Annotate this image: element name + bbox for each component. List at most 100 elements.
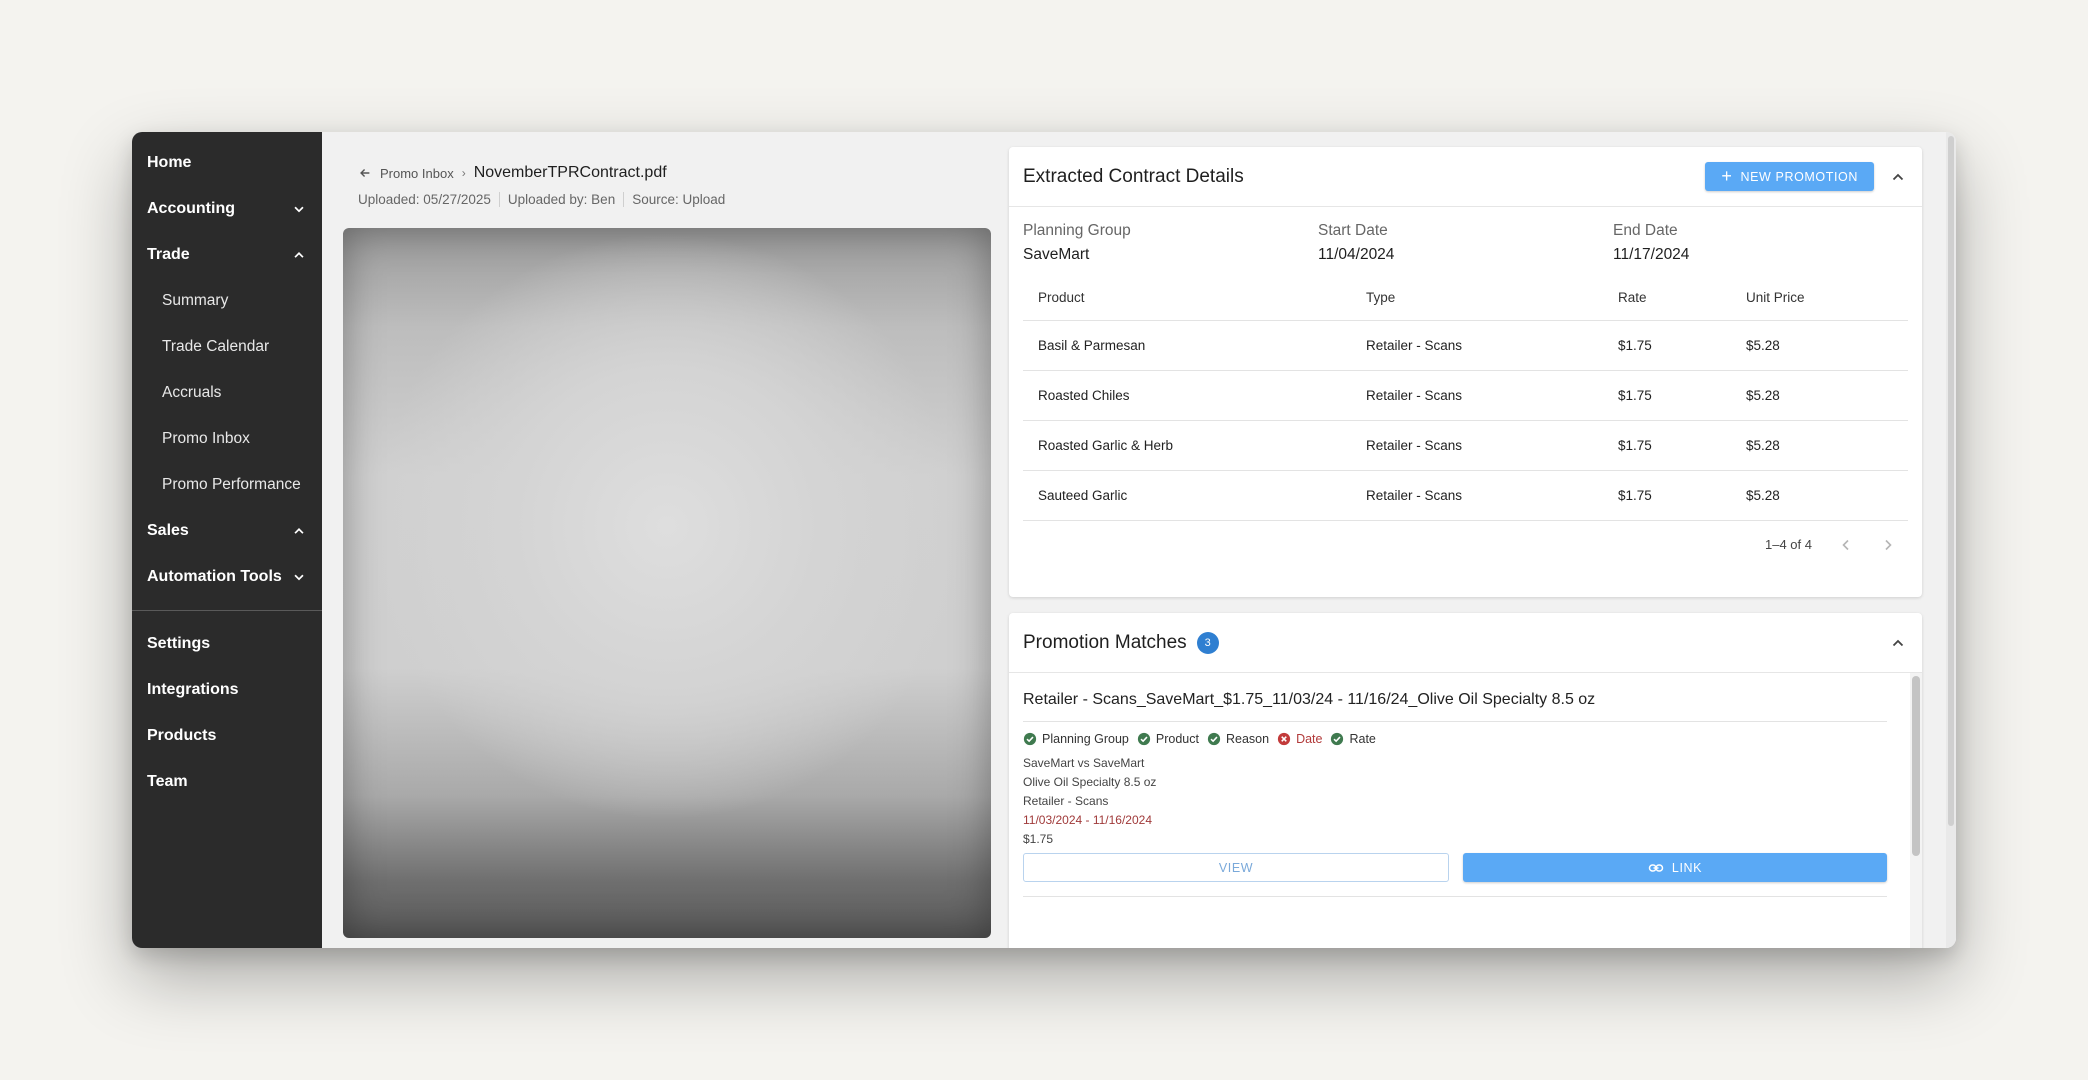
chevron-up-icon xyxy=(292,524,306,538)
column-header[interactable]: Product xyxy=(1023,276,1351,321)
sidebar-item-label: Accruals xyxy=(162,384,222,401)
criterion-product: Product xyxy=(1137,732,1199,746)
sidebar-item-label: Summary xyxy=(162,292,229,309)
table-row[interactable]: Sauteed Garlic Retailer - Scans $1.75 $5… xyxy=(1023,470,1908,521)
unit-price-cell: $5.28 xyxy=(1731,470,1908,521)
sidebar-item-automation-tools[interactable]: Automation Tools xyxy=(132,554,322,600)
sidebar-item-team[interactable]: Team xyxy=(132,759,322,805)
type-cell: Retailer - Scans xyxy=(1351,420,1603,471)
sidebar-item-label: Promo Inbox xyxy=(162,430,250,447)
arrow-left-icon[interactable] xyxy=(358,166,372,180)
product-cell: Sauteed Garlic xyxy=(1023,470,1351,521)
table-row[interactable]: Basil & Parmesan Retailer - Scans $1.75 … xyxy=(1023,320,1908,371)
sidebar-item-integrations[interactable]: Integrations xyxy=(132,667,322,713)
chevron-right-icon[interactable] xyxy=(1880,537,1896,553)
end-date-label: End Date xyxy=(1613,222,1678,239)
criterion-label: Product xyxy=(1155,732,1199,746)
sidebar-item-home[interactable]: Home xyxy=(132,140,322,186)
sidebar-item-accounting[interactable]: Accounting xyxy=(132,186,322,232)
criterion-date: Date xyxy=(1277,732,1322,746)
chevron-down-icon xyxy=(292,202,306,216)
column-header[interactable]: Type xyxy=(1351,276,1603,321)
sidebar-item-label: Sales xyxy=(147,522,189,539)
sidebar-item-sales[interactable]: Sales xyxy=(132,508,322,554)
product-cell: Roasted Chiles xyxy=(1023,370,1351,421)
detail-date: 11/03/2024 - 11/16/2024 xyxy=(1023,813,1152,827)
column-header[interactable]: Unit Price xyxy=(1731,276,1908,321)
list-item: Retailer - Scans_SaveMart_$1.75_11/03/24… xyxy=(1009,673,1901,897)
link-button[interactable]: LINK xyxy=(1463,853,1887,882)
sidebar-item-label: Settings xyxy=(147,635,211,652)
breadcrumb: Promo Inbox › NovemberTPRContract.pdf xyxy=(358,164,733,182)
card-title: Extracted Contract Details xyxy=(1023,165,1244,187)
pagination-range: 1–4 of 4 xyxy=(1765,537,1812,552)
planning-group-value: SaveMart xyxy=(1023,246,1090,263)
sidebar-item-settings[interactable]: Settings xyxy=(132,621,322,667)
check-circle-icon xyxy=(1331,732,1344,746)
matches-list[interactable]: Retailer - Scans_SaveMart_$1.75_11/03/24… xyxy=(1009,673,1922,948)
view-button[interactable]: VIEW xyxy=(1023,853,1449,882)
product-cell: Basil & Parmesan xyxy=(1023,320,1351,371)
check-circle-icon xyxy=(1023,732,1037,746)
chevron-left-icon[interactable] xyxy=(1838,537,1854,553)
detail-planning-group: SaveMart vs SaveMart xyxy=(1023,756,1145,770)
sidebar-item-promo-performance[interactable]: Promo Performance xyxy=(132,462,322,508)
start-date-value: 11/04/2024 xyxy=(1318,246,1395,263)
sidebar-item-label: Integrations xyxy=(147,681,239,698)
criterion-planning-group: Planning Group xyxy=(1023,732,1129,746)
table-row[interactable]: Roasted Garlic & Herb Retailer - Scans $… xyxy=(1023,420,1908,471)
link-label: LINK xyxy=(1671,860,1703,875)
contract-summary: Planning Group SaveMart Start Date 11/04… xyxy=(1009,207,1922,264)
rate-cell: $1.75 xyxy=(1603,370,1731,421)
criterion-reason: Reason xyxy=(1207,732,1269,746)
rate-cell: $1.75 xyxy=(1603,420,1731,471)
criterion-label: Reason xyxy=(1225,732,1270,746)
breadcrumb-back-link[interactable]: Promo Inbox xyxy=(380,166,454,181)
new-promotion-button[interactable]: + NEW PROMOTION xyxy=(1705,162,1874,191)
sidebar-item-accruals[interactable]: Accruals xyxy=(132,370,322,416)
detail-product: Olive Oil Specialty 8.5 oz xyxy=(1023,775,1157,789)
document-preview[interactable] xyxy=(343,228,991,938)
check-circle-icon xyxy=(1137,732,1150,746)
match-criteria: Planning Group Product Reason Date Rate xyxy=(1023,732,1887,746)
document-meta: Uploaded: 05/27/2025 Uploaded by: Ben So… xyxy=(358,192,733,207)
unit-price-cell: $5.28 xyxy=(1731,370,1908,421)
app-window: Home Accounting Trade Summary Trade Cale… xyxy=(132,132,1956,948)
chevron-up-icon xyxy=(292,248,306,262)
criterion-label: Planning Group xyxy=(1042,732,1129,746)
upload-source: Source: Upload xyxy=(623,192,733,207)
page-scrollbar-thumb[interactable] xyxy=(1948,136,1954,826)
detail-reason: Retailer - Scans xyxy=(1023,794,1109,808)
column-header[interactable]: Rate xyxy=(1603,276,1731,321)
sidebar-item-label: Home xyxy=(147,154,192,171)
sidebar-item-label: Products xyxy=(147,727,217,744)
scrollbar-track[interactable] xyxy=(1910,673,1922,948)
sidebar-item-label: Promo Performance xyxy=(162,476,301,493)
table-header-row: Product Type Rate Unit Price xyxy=(1023,276,1908,321)
match-count-badge: 3 xyxy=(1196,631,1219,654)
check-circle-icon xyxy=(1207,732,1221,746)
main-content: Promo Inbox › NovemberTPRContract.pdf Up… xyxy=(322,132,1956,948)
products-table: Product Type Rate Unit Price Basil & Par… xyxy=(1023,276,1908,521)
sidebar-item-trade-calendar[interactable]: Trade Calendar xyxy=(132,324,322,370)
criterion-rate: Rate xyxy=(1330,732,1376,746)
sidebar-item-summary[interactable]: Summary xyxy=(132,278,322,324)
type-cell: Retailer - Scans xyxy=(1351,470,1603,521)
page-scrollbar-track[interactable] xyxy=(1946,132,1956,948)
table-row[interactable]: Roasted Chiles Retailer - Scans $1.75 $5… xyxy=(1023,370,1908,421)
scrollbar-thumb[interactable] xyxy=(1912,676,1920,856)
sidebar-item-products[interactable]: Products xyxy=(132,713,322,759)
table-pagination: 1–4 of 4 xyxy=(1009,521,1922,553)
chevron-up-icon[interactable] xyxy=(1888,167,1908,187)
document-header: Promo Inbox › NovemberTPRContract.pdf Up… xyxy=(358,164,733,207)
rate-cell: $1.75 xyxy=(1603,320,1731,371)
sidebar-item-label: Team xyxy=(147,773,188,790)
sidebar-item-trade[interactable]: Trade xyxy=(132,232,322,278)
sidebar-item-label: Trade xyxy=(147,246,190,263)
list-divider xyxy=(1023,896,1887,897)
card-title: Promotion Matches xyxy=(1023,631,1187,653)
sidebar-item-promo-inbox[interactable]: Promo Inbox xyxy=(132,416,322,462)
sidebar-item-label: Automation Tools xyxy=(147,568,282,585)
breadcrumb-current-file: NovemberTPRContract.pdf xyxy=(473,164,667,181)
chevron-up-icon[interactable] xyxy=(1888,633,1908,653)
